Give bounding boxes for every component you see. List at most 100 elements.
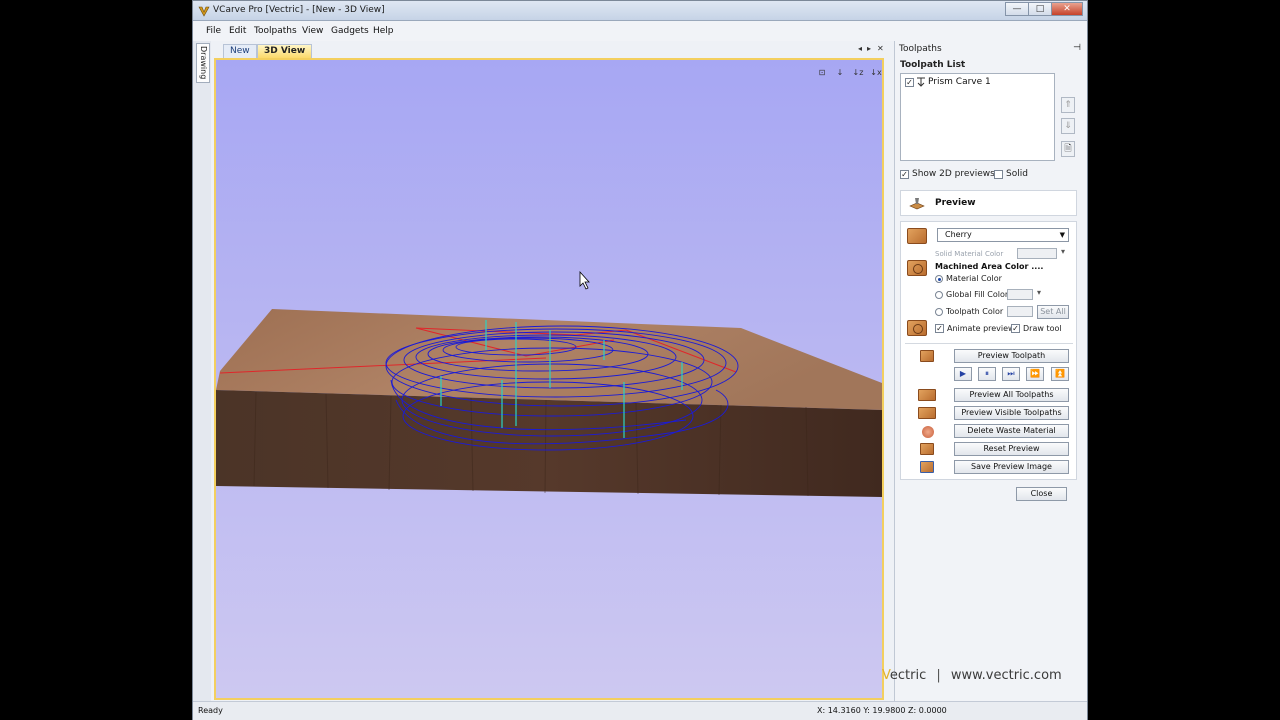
window-controls: — □ ✕ xyxy=(1005,2,1083,16)
animate-preview-label: Animate preview xyxy=(947,324,1015,333)
preview-icon xyxy=(909,198,925,210)
set-all-button[interactable]: Set All xyxy=(1037,305,1069,319)
solid-toggle[interactable]: Solid xyxy=(994,169,1028,179)
menu-file[interactable]: File xyxy=(206,26,221,36)
document-tabs: New 3D View ◂ ▸ ✕ xyxy=(213,43,885,59)
status-bar: Ready X: 14.3160 Y: 19.9800 Z: 0.0000 xyxy=(193,701,1087,720)
preview-options: Cherry ▼ Solid Material Color Machined A… xyxy=(900,221,1077,480)
machined-area-color-label: Machined Area Color .... xyxy=(935,262,1044,271)
show-2d-previews-checkbox[interactable]: ✓ xyxy=(900,169,909,179)
preview-title: Preview xyxy=(935,198,976,208)
global-fill-color-dropdown[interactable] xyxy=(1007,288,1041,300)
animate-preview-icon xyxy=(907,320,927,336)
radio-toolpath-color-dot[interactable] xyxy=(935,307,943,316)
draw-tool-toggle[interactable]: ✓ Draw tool xyxy=(1011,324,1062,333)
minimize-button[interactable]: — xyxy=(1005,2,1029,16)
left-dock: Drawing xyxy=(193,41,211,701)
app-window: VCarve Pro [Vectric] - [New - 3D View] —… xyxy=(192,0,1088,720)
maximize-button[interactable]: □ xyxy=(1028,2,1052,16)
animate-preview-toggle[interactable]: ✓ Animate preview xyxy=(935,324,1015,333)
toolpath-list[interactable]: ✓ Prism Carve 1 xyxy=(900,73,1055,161)
tab-3d-view[interactable]: 3D View xyxy=(257,44,313,58)
preview-visible-icon xyxy=(918,407,936,419)
radio-global-fill-color[interactable]: Global Fill Color xyxy=(935,290,1008,299)
save-image-icon xyxy=(920,461,934,473)
toolpaths-panel: Toolpaths ⊣ Toolpath List ✓ Prism Carve … xyxy=(894,41,1087,701)
view-x-icon[interactable]: ↓x xyxy=(868,66,882,80)
zoom-extents-icon[interactable]: ⊡ xyxy=(814,66,830,80)
vectric-logo-text: ectric xyxy=(889,668,927,683)
toolpath-color-dropdown[interactable] xyxy=(1007,305,1041,317)
vcarve-app-icon[interactable] xyxy=(198,5,210,17)
cursor-coordinates: X: 14.3160 Y: 19.9800 Z: 0.0000 xyxy=(817,706,947,715)
material-wood-icon xyxy=(907,228,927,244)
finish-button[interactable]: ⏫ xyxy=(1051,367,1069,381)
view-z-icon[interactable]: ↓z xyxy=(850,66,866,80)
material-select[interactable]: Cherry ▼ xyxy=(937,228,1069,242)
solid-material-color-label: Solid Material Color xyxy=(935,250,1004,258)
drawing-tab[interactable]: Drawing xyxy=(196,43,210,83)
fast-forward-button[interactable]: ⏩ xyxy=(1026,367,1044,381)
solid-material-color-dropdown[interactable] xyxy=(1017,247,1065,259)
draw-tool-label: Draw tool xyxy=(1023,324,1062,333)
preview-toolpath-button[interactable]: Preview Toolpath xyxy=(954,349,1069,363)
pause-button[interactable]: ⏸ xyxy=(978,367,996,381)
radio-toolpath-color[interactable]: Toolpath Color xyxy=(935,307,1003,316)
animate-preview-checkbox[interactable]: ✓ xyxy=(935,324,944,333)
delete-waste-material-button[interactable]: Delete Waste Material xyxy=(954,424,1069,438)
preview-all-toolpaths-button[interactable]: Preview All Toolpaths xyxy=(954,388,1069,402)
title-bar: VCarve Pro [Vectric] - [New - 3D View] —… xyxy=(193,1,1087,21)
tab-close-icon[interactable]: ✕ xyxy=(877,44,884,53)
status-ready: Ready xyxy=(198,706,223,715)
menu-view[interactable]: View xyxy=(302,26,323,36)
play-button[interactable]: ▶ xyxy=(954,367,972,381)
tool-bit-icon xyxy=(917,77,925,87)
toolpath-visible-checkbox[interactable]: ✓ xyxy=(905,77,914,87)
brand-separator: | xyxy=(936,668,941,683)
iso-view-icon[interactable]: ↓ xyxy=(832,66,848,80)
delete-toolpath-button[interactable]: 🗎 xyxy=(1061,141,1075,157)
radio-global-fill-dot[interactable] xyxy=(935,290,943,299)
preview-visible-toolpaths-button[interactable]: Preview Visible Toolpaths xyxy=(954,406,1069,420)
radio-material-color-label: Material Color xyxy=(946,274,1002,283)
list-item[interactable]: ✓ Prism Carve 1 xyxy=(905,77,991,87)
reset-preview-button[interactable]: Reset Preview xyxy=(954,442,1069,456)
tab-scroll-left-icon[interactable]: ◂ xyxy=(858,44,862,53)
step-button[interactable]: ⏭ xyxy=(1002,367,1020,381)
show-2d-previews-label: Show 2D previews xyxy=(912,169,995,179)
delete-waste-icon xyxy=(922,426,934,438)
3d-viewport[interactable]: ⊡ ↓ ↓z ↓x ↓y xyxy=(214,58,884,700)
divider xyxy=(905,343,1073,344)
pin-icon[interactable]: ⊣ xyxy=(1073,43,1081,53)
preview-all-icon xyxy=(918,389,936,401)
toolpath-list-title: Toolpath List xyxy=(900,60,966,70)
radio-toolpath-color-label: Toolpath Color xyxy=(946,307,1004,316)
tab-new[interactable]: New xyxy=(223,44,257,58)
menu-edit[interactable]: Edit xyxy=(229,26,246,36)
tab-scroll-right-icon[interactable]: ▸ xyxy=(867,44,871,53)
menu-help[interactable]: Help xyxy=(373,26,394,36)
save-preview-image-button[interactable]: Save Preview Image xyxy=(954,460,1069,474)
show-2d-previews[interactable]: ✓ Show 2D previews xyxy=(900,169,995,179)
solid-label: Solid xyxy=(1006,169,1028,179)
view-toolbar: ⊡ ↓ ↓z ↓x ↓y xyxy=(814,66,882,80)
machined-area-icon xyxy=(907,260,927,276)
move-down-button[interactable]: ⇓ xyxy=(1061,118,1075,134)
toolpath-name: Prism Carve 1 xyxy=(928,77,991,87)
vectric-logo-v: V xyxy=(882,668,890,683)
preview-toolpath-icon xyxy=(920,350,934,362)
menu-gadgets[interactable]: Gadgets xyxy=(331,26,369,36)
draw-tool-checkbox[interactable]: ✓ xyxy=(1011,324,1020,333)
3d-scene[interactable] xyxy=(216,60,882,698)
menu-toolpaths[interactable]: Toolpaths xyxy=(254,26,297,36)
radio-material-color[interactable]: Material Color xyxy=(935,274,1002,283)
window-title: VCarve Pro [Vectric] - [New - 3D View] xyxy=(213,5,385,15)
close-window-button[interactable]: ✕ xyxy=(1051,2,1083,16)
material-value: Cherry xyxy=(945,230,972,239)
close-panel-button[interactable]: Close xyxy=(1016,487,1067,501)
panel-title: Toolpaths xyxy=(899,44,942,54)
radio-material-color-dot[interactable] xyxy=(935,274,943,283)
solid-checkbox[interactable] xyxy=(994,169,1003,179)
move-up-button[interactable]: ⇑ xyxy=(1061,97,1075,113)
menu-bar: File Edit Toolpaths View Gadgets Help xyxy=(193,21,1087,41)
